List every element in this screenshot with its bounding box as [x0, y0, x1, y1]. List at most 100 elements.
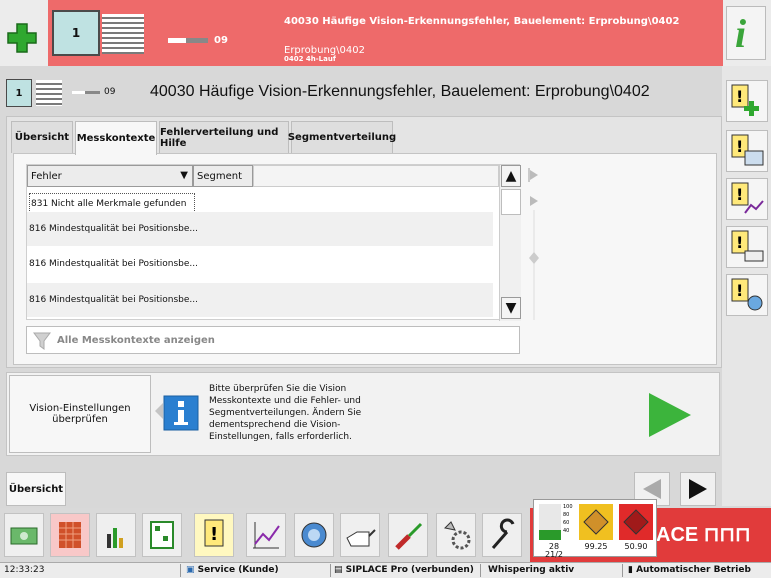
camera-lens-icon: [301, 522, 327, 548]
gauge-sub-1: 21/2: [545, 550, 563, 559]
bottom-feeder-button[interactable]: [50, 513, 90, 557]
svg-text:!: !: [736, 185, 743, 204]
play-next-icon[interactable]: [647, 391, 693, 439]
bottom-board-button[interactable]: [142, 513, 182, 557]
status-bar: 12:33:23 ▣ Service (Kunde) ▤ SIPLACE Pro…: [0, 562, 771, 578]
page-title: 40030 Häufige Vision-Erkennungsfehler, B…: [150, 83, 650, 100]
page-list-stripes: [36, 80, 62, 106]
sidebar-add-alarm-button[interactable]: !: [726, 80, 768, 122]
alarm-print-icon: !: [731, 230, 764, 262]
bottom-camera-button[interactable]: [294, 513, 334, 557]
svg-text:!: !: [736, 137, 743, 156]
info-icon: [163, 395, 199, 431]
wrench-icon: [491, 518, 515, 549]
brand-logo: ACE ⊓⊓⊓: [656, 524, 751, 546]
arrow-right-icon: [689, 479, 707, 499]
line-chart-icon: [253, 522, 280, 549]
sidebar-display-button[interactable]: !: [726, 130, 768, 172]
money-stack-icon: [10, 527, 38, 545]
alarm-list-stripes: [102, 14, 144, 54]
advice-text: Bitte überprüfen Sie die Vision Messkont…: [209, 384, 362, 442]
svg-text:80: 80: [563, 512, 569, 518]
bottom-chart-button[interactable]: [246, 513, 286, 557]
column-header-filler: [253, 165, 499, 187]
alarm-add-icon: !: [731, 84, 759, 116]
bottom-tool-button[interactable]: [388, 513, 428, 557]
alarm-counter: 1: [52, 10, 100, 56]
table-row[interactable]: 816 Mindestqualität bei Positionsbe...: [27, 247, 493, 281]
svg-text:i: i: [735, 11, 746, 56]
title-row: 1 09 40030 Häufige Vision-Erkennungsfehl…: [0, 76, 722, 112]
alarm-warning-icon: !: [204, 519, 224, 547]
svg-text:!: !: [736, 87, 743, 106]
dropdown-arrow-icon[interactable]: ▼: [180, 170, 188, 181]
filter-show-all[interactable]: Alle Messkontexte anzeigen: [26, 326, 520, 354]
alarm-progress-value: 09: [214, 35, 228, 46]
overview-button[interactable]: Übersicht: [6, 472, 66, 506]
gauge-green-icon: 100 80 60 40: [539, 504, 573, 540]
gauge-yellow-icon: [579, 504, 613, 540]
table-row[interactable]: 816 Mindestqualität bei Positionsbe...: [27, 283, 493, 317]
alarm-monitor-icon: !: [731, 134, 764, 166]
page-counter: 1: [6, 79, 32, 107]
main-panel: Übersicht Messkontexte Fehlerverteilung …: [6, 116, 722, 368]
bottom-settings-button[interactable]: [436, 513, 476, 557]
info-i-icon: i: [735, 11, 746, 56]
messkontexte-table: Fehler ▼ Segment 831 Nicht alle Merkmale…: [26, 164, 521, 321]
alarm-title: 40030 Häufige Vision-Erkennungsfehler, B…: [284, 16, 680, 27]
alarm-banner[interactable]: 1 09 40030 Häufige Vision-Erkennungsfehl…: [48, 0, 723, 66]
connection-icon: ▤: [334, 565, 346, 575]
tab-segmentverteilung[interactable]: Segmentverteilung: [288, 121, 396, 153]
status-gauges[interactable]: 100 80 60 40 28 21/2 99.25 50.90: [533, 499, 657, 559]
board-grid-icon: [150, 521, 174, 549]
status-separator: [180, 564, 181, 577]
gauge-value-2: 99.25: [584, 542, 608, 551]
svg-text:100: 100: [563, 504, 573, 510]
info-button[interactable]: i: [726, 6, 766, 60]
oil-can-icon: [346, 529, 376, 547]
pointer-arrow-icon: [155, 403, 163, 419]
table-scrollbar[interactable]: ▲ ▼: [499, 165, 521, 321]
status-separator: [622, 564, 623, 577]
tab-ubersicht[interactable]: Übersicht: [11, 121, 73, 153]
vision-settings-button[interactable]: Vision-Einstellungen überprüfen: [9, 375, 151, 453]
bar-stats-icon: [107, 528, 123, 548]
bottom-wrench-button[interactable]: [482, 513, 522, 557]
bottom-oil-button[interactable]: [340, 513, 380, 557]
bottom-stats-button[interactable]: [96, 513, 136, 557]
status-whispering: Whispering aktiv: [488, 565, 575, 575]
splitter-handle-icon[interactable]: [528, 166, 540, 320]
status-service: ▣ Service (Kunde): [186, 565, 279, 575]
svg-text:!: !: [736, 233, 743, 252]
add-plus-icon[interactable]: [6, 22, 38, 54]
scroll-thumb[interactable]: [501, 189, 521, 215]
column-header-fehler[interactable]: Fehler ▼: [27, 165, 193, 187]
right-sidebar: ! ! ! ! !: [722, 66, 771, 506]
scroll-up-arrow-icon[interactable]: ▲: [501, 165, 521, 187]
table-row[interactable]: 816 Mindestqualität bei Positionsbe...: [27, 212, 493, 246]
alarm-progress-bar: [168, 38, 208, 43]
alarm-chart-icon: !: [731, 182, 764, 214]
tab-fehlerverteilung[interactable]: Fehlerverteilung und Hilfe: [159, 121, 289, 153]
hand-gear-icon: [443, 521, 471, 550]
sidebar-print-button[interactable]: !: [726, 226, 768, 268]
column-header-segment[interactable]: Segment: [193, 165, 253, 187]
screwdriver-icon: [395, 522, 423, 550]
gauge-value-3: 50.90: [624, 542, 648, 551]
scroll-down-arrow-icon[interactable]: ▼: [501, 297, 521, 319]
status-time: 12:33:23: [4, 565, 45, 575]
user-icon: ▣: [186, 565, 198, 575]
status-connection: ▤ SIPLACE Pro (verbunden): [334, 565, 474, 575]
alarm-camera-icon: !: [731, 278, 763, 311]
sidebar-camera-button[interactable]: !: [726, 274, 768, 316]
next-button[interactable]: [680, 472, 716, 506]
svg-text:40: 40: [563, 528, 569, 534]
tab-messkontexte[interactable]: Messkontexte: [75, 121, 157, 155]
status-mode: ▮ Automatischer Betrieb: [628, 565, 751, 575]
status-separator: [330, 564, 331, 577]
bottom-money-button[interactable]: [4, 513, 44, 557]
mode-icon: ▮: [628, 565, 637, 575]
sidebar-chart-button[interactable]: !: [726, 178, 768, 220]
bottom-alarm-button[interactable]: !: [194, 513, 234, 557]
advice-panel: Vision-Einstellungen überprüfen Bitte üb…: [6, 372, 720, 456]
